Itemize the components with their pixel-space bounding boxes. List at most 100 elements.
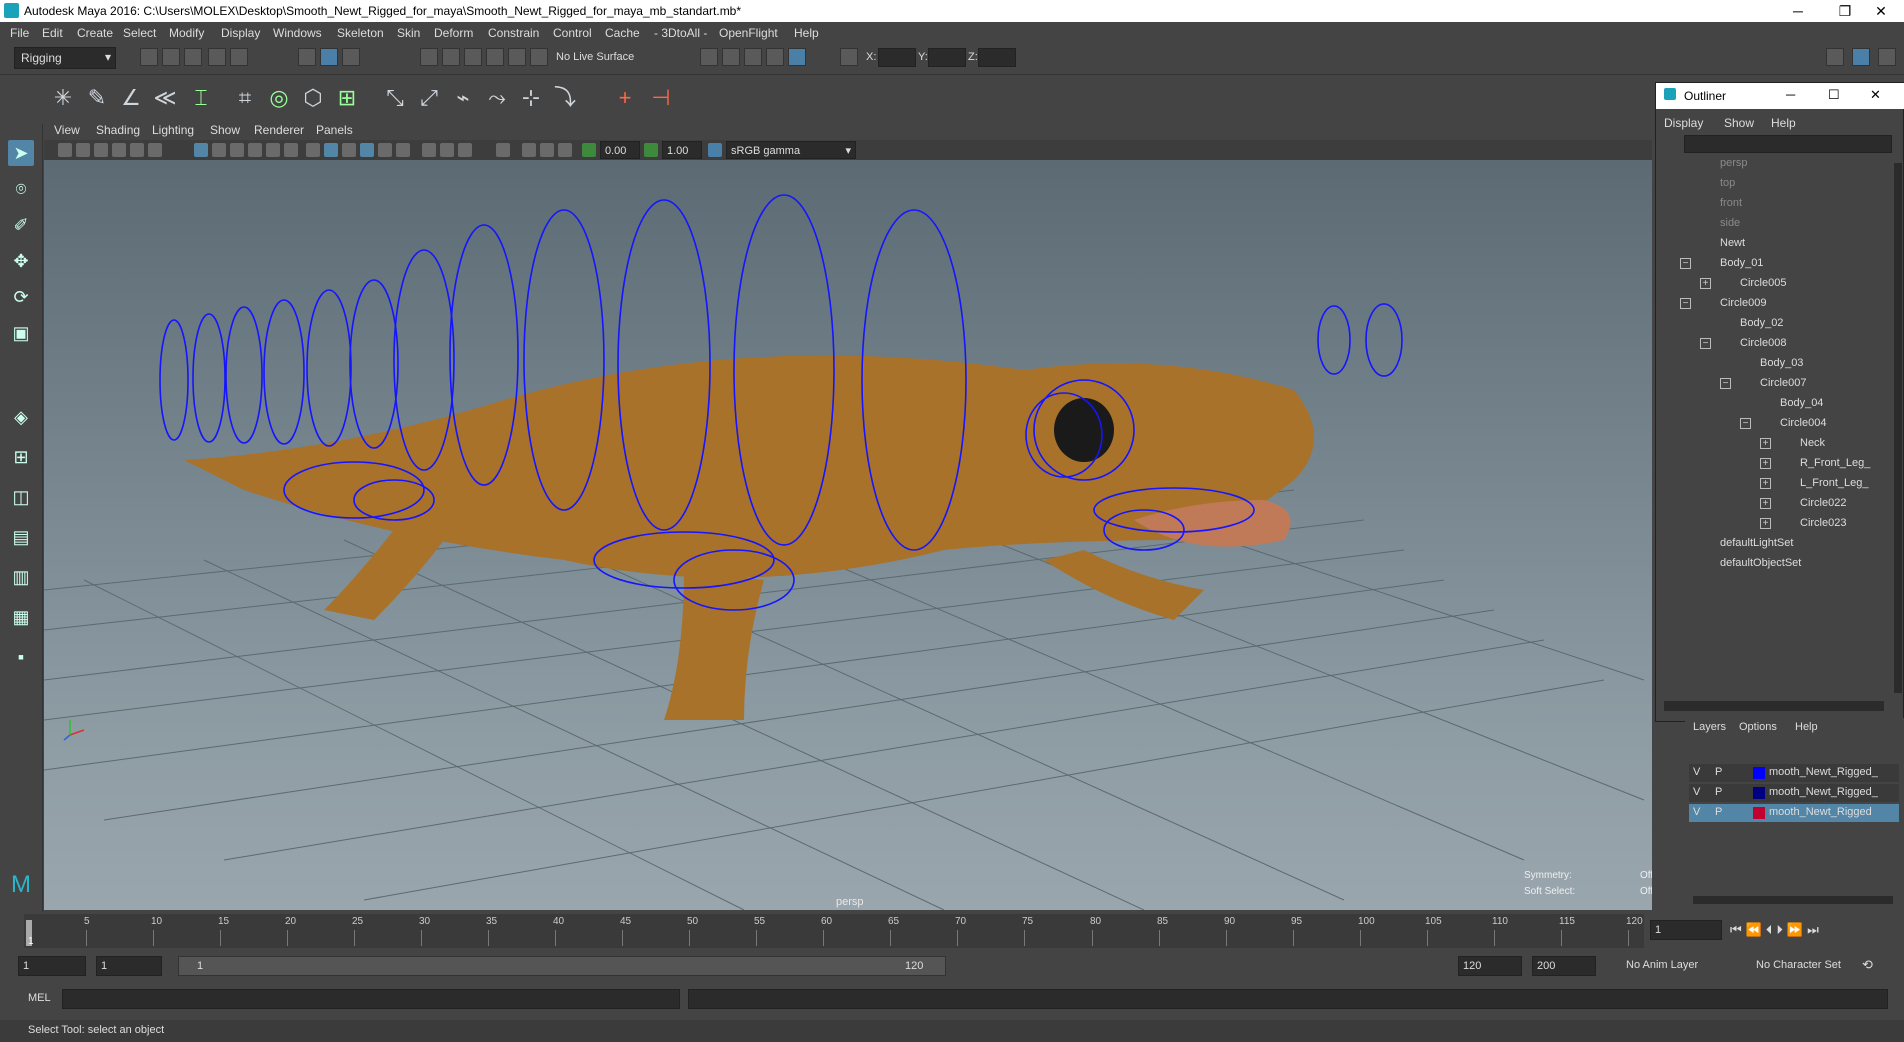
layer-name[interactable]: mooth_Newt_Rigged: [1769, 806, 1872, 818]
outliner-search-field[interactable]: [1684, 135, 1892, 153]
outliner-item-default-object-set[interactable]: defaultObjectSet: [1720, 557, 1801, 569]
copy-weights-icon[interactable]: ⊹: [516, 83, 546, 113]
image-plane-icon[interactable]: [112, 143, 126, 157]
x-field[interactable]: [878, 48, 916, 67]
outliner-item-neck[interactable]: Neck: [1800, 437, 1825, 449]
auto-key-icon[interactable]: ⟲: [1862, 957, 1873, 973]
menu-set-dropdown[interactable]: Rigging ▾: [14, 47, 116, 69]
side-by-side-icon[interactable]: ◫: [8, 484, 34, 510]
outliner-item-circle007[interactable]: Circle007: [1760, 377, 1806, 389]
cluster-icon[interactable]: ⌗: [230, 83, 260, 113]
isolate-select-icon[interactable]: [360, 143, 374, 157]
menu-3dtoall[interactable]: - 3DtoAll -: [654, 26, 707, 40]
layer-playback-toggle[interactable]: P: [1715, 766, 1722, 778]
outliner-menu-show[interactable]: Show: [1724, 116, 1754, 130]
menu-help[interactable]: Help: [794, 26, 819, 40]
camera-select-icon[interactable]: [58, 143, 72, 157]
layer-color-swatch[interactable]: [1753, 767, 1765, 779]
minimize-button[interactable]: ─: [1775, 0, 1821, 22]
outliner-item-circle008[interactable]: Circle008: [1740, 337, 1786, 349]
transform-input-icon[interactable]: [840, 48, 858, 66]
collapse-icon[interactable]: −: [1700, 338, 1711, 349]
wrap-icon[interactable]: ⬡: [298, 83, 328, 113]
locator-icon[interactable]: ⌶: [186, 83, 216, 113]
menu-windows[interactable]: Windows: [273, 26, 322, 40]
depth-of-field-icon[interactable]: [440, 143, 454, 157]
grid-toggle-icon[interactable]: [130, 143, 144, 157]
layer-playback-toggle[interactable]: P: [1715, 806, 1722, 818]
expand-icon[interactable]: +: [1760, 478, 1771, 489]
new-scene-icon[interactable]: [140, 48, 158, 66]
rotate-tool-icon[interactable]: ⟳: [8, 284, 34, 310]
redo-icon[interactable]: [230, 48, 248, 66]
layer-name[interactable]: mooth_Newt_Rigged_: [1769, 766, 1878, 778]
outliner-item-body-01[interactable]: Body_01: [1720, 257, 1763, 269]
playback-end-field[interactable]: 120: [1458, 956, 1522, 976]
close-button[interactable]: ✕: [1858, 0, 1904, 22]
single-view-icon[interactable]: ◈: [8, 404, 34, 430]
outliner-item-default-light-set[interactable]: defaultLightSet: [1720, 537, 1793, 549]
live-surface-label[interactable]: No Live Surface: [556, 51, 634, 63]
menu-constrain[interactable]: Constrain: [488, 26, 539, 40]
exposure-field[interactable]: 0.00: [600, 141, 640, 159]
outliner-item-circle009[interactable]: Circle009: [1720, 297, 1766, 309]
motion-blur-icon[interactable]: [396, 143, 410, 157]
wireframe-icon[interactable]: [194, 143, 208, 157]
outliner-item-r-front-leg[interactable]: R_Front_Leg_: [1800, 457, 1870, 469]
layer-visibility-toggle[interactable]: V: [1693, 766, 1700, 778]
snap-surface-icon[interactable]: [508, 48, 526, 66]
gamma-field[interactable]: 1.00: [662, 141, 702, 159]
outliner-maximize-button[interactable]: ☐: [1828, 87, 1840, 103]
outliner-vertical-scrollbar[interactable]: [1894, 163, 1902, 693]
layer-playback-toggle[interactable]: P: [1715, 786, 1722, 798]
current-frame-field[interactable]: 1: [1650, 920, 1722, 940]
snap-grid-icon[interactable]: [420, 48, 438, 66]
layer-row[interactable]: V P mooth_Newt_Rigged_: [1689, 784, 1899, 802]
layer-visibility-toggle[interactable]: V: [1693, 806, 1700, 818]
backface-icon[interactable]: [342, 143, 356, 157]
wire-icon[interactable]: ⊞: [332, 83, 362, 113]
modeling-toolkit-icon[interactable]: [1826, 48, 1844, 66]
layer-visibility-toggle[interactable]: V: [1693, 786, 1700, 798]
outliner-minimize-button[interactable]: ─: [1786, 87, 1795, 102]
four-view-icon[interactable]: ⊞: [8, 444, 34, 470]
command-input[interactable]: [62, 989, 680, 1009]
lattice-icon[interactable]: ◎: [264, 83, 294, 113]
frame-all-icon[interactable]: [496, 143, 510, 157]
panel-menu-panels[interactable]: Panels: [316, 123, 353, 137]
prune-weights-icon[interactable]: ⤵: [550, 83, 580, 113]
outliner-layout-icon[interactable]: ▦: [8, 604, 34, 630]
hypershade-icon[interactable]: [766, 48, 784, 66]
select-component-icon[interactable]: [342, 48, 360, 66]
z-field[interactable]: [978, 48, 1016, 67]
expand-icon[interactable]: +: [1760, 518, 1771, 529]
xray-joints-icon[interactable]: [324, 143, 338, 157]
render-frame-icon[interactable]: [700, 48, 718, 66]
scale-tool-icon[interactable]: ▣: [8, 320, 34, 346]
outliner-item-body-02[interactable]: Body_02: [1740, 317, 1783, 329]
menu-cache[interactable]: Cache: [605, 26, 640, 40]
color-space-dropdown[interactable]: sRGB gamma ▾: [726, 141, 856, 159]
film-gate-icon[interactable]: [148, 143, 162, 157]
color-management-icon[interactable]: [708, 143, 722, 157]
menu-control[interactable]: Control: [553, 26, 592, 40]
persp-graph-icon[interactable]: ▤: [8, 524, 34, 550]
outliner-item-body-04[interactable]: Body_04: [1780, 397, 1823, 409]
playback-controls[interactable]: ⏮⏪⏴⏵⏩⏭: [1730, 922, 1823, 938]
snap-point-icon[interactable]: [464, 48, 482, 66]
expand-icon[interactable]: +: [1760, 498, 1771, 509]
panel-menu-show[interactable]: Show: [210, 123, 240, 137]
unbind-skin-icon[interactable]: ⤢: [414, 83, 444, 113]
outliner-item-front[interactable]: front: [1720, 197, 1742, 209]
command-language-label[interactable]: MEL: [28, 992, 51, 1004]
playback-start-field[interactable]: 1: [96, 956, 162, 976]
ik-handle-icon[interactable]: ∠: [116, 83, 146, 113]
snap-curve-icon[interactable]: [442, 48, 460, 66]
menu-skeleton[interactable]: Skeleton: [337, 26, 384, 40]
outliner-item-circle022[interactable]: Circle022: [1800, 497, 1846, 509]
outliner-item-persp[interactable]: persp: [1720, 157, 1748, 169]
render-settings-icon[interactable]: [744, 48, 762, 66]
undo-icon[interactable]: [208, 48, 226, 66]
layers-menu-layers[interactable]: Layers: [1693, 721, 1726, 733]
ik-spline-icon[interactable]: ≪: [150, 83, 180, 113]
